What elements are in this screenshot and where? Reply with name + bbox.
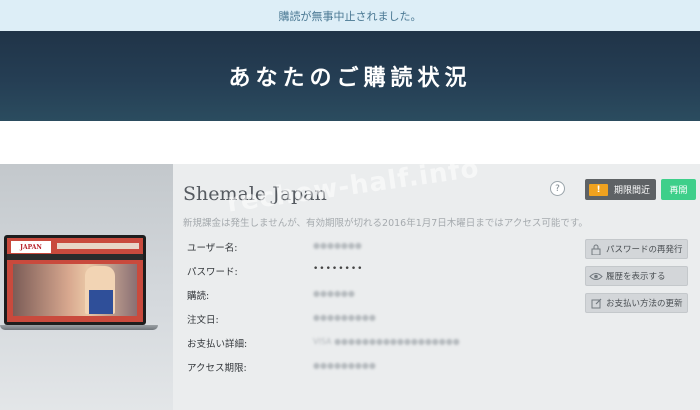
cancellation-notice: 購読が無事中止されました。 <box>0 0 700 31</box>
lock-icon <box>586 240 606 258</box>
expiry-note: 新規課金は発生しませんが、有効期限が切れる2016年1月7日木曜日まではアクセス… <box>183 218 588 229</box>
site-logo: JAPAN <box>11 241 51 253</box>
password-value: •••••••• <box>313 264 364 274</box>
order-date-label: 注文日: <box>187 315 219 326</box>
username-value: ●●●●●●● <box>313 241 362 250</box>
expiring-soon-label: 期限間近 <box>614 186 651 196</box>
edit-icon <box>586 294 606 312</box>
password-label: パスワード: <box>187 267 238 278</box>
reset-password-button[interactable]: パスワードの再発行 <box>585 239 688 259</box>
help-icon[interactable]: ? <box>550 181 565 196</box>
subscription-label: 購読: <box>187 291 210 302</box>
payment-details-label: お支払い詳細: <box>187 339 248 350</box>
order-date-value: ●●●●●●●●● <box>313 313 376 322</box>
view-history-button[interactable]: 履歴を表示する <box>585 266 688 286</box>
spacer <box>0 121 700 164</box>
update-payment-label: お支払い方法の更新 <box>606 299 683 309</box>
update-payment-button[interactable]: お支払い方法の更新 <box>585 293 688 313</box>
warning-icon: ! <box>589 183 608 196</box>
access-expiry-value: ●●●●●●●●● <box>313 361 376 370</box>
notice-text: 購読が無事中止されました。 <box>278 9 422 23</box>
expiring-soon-badge: ! 期限間近 <box>585 179 656 200</box>
subscription-value: ●●●●●● <box>313 289 355 298</box>
access-expiry-label: アクセス期限: <box>187 363 247 374</box>
view-history-label: 履歴を表示する <box>606 272 666 282</box>
page-title: あなたのご購読状況 <box>228 66 472 91</box>
site-thumbnail-panel: JAPAN <box>0 164 173 410</box>
hero-header: あなたのご購読状況 <box>0 31 700 121</box>
resume-button[interactable]: 再開 <box>661 179 696 200</box>
laptop-preview-image: JAPAN <box>0 235 158 333</box>
payment-details-value: VISA ●●●●●●●●●●●●●●●●●● <box>313 337 460 346</box>
username-label: ユーザー名: <box>187 243 238 254</box>
eye-icon <box>586 267 606 285</box>
reset-password-label: パスワードの再発行 <box>606 245 683 255</box>
